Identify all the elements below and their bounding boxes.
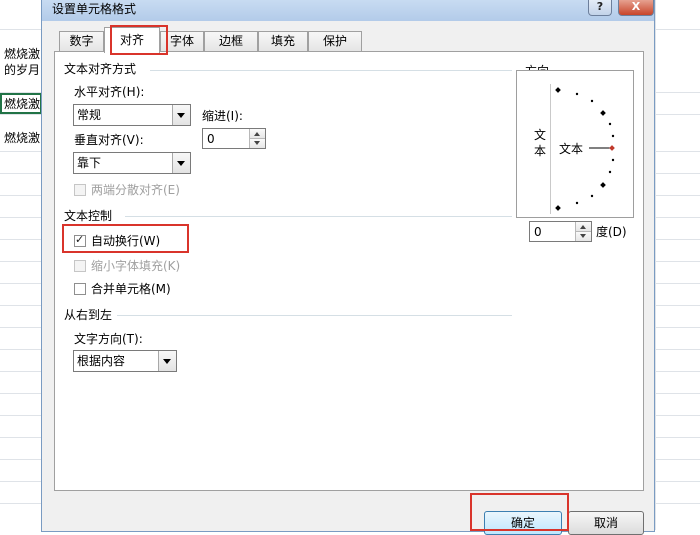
indent-stepper[interactable]: 0 [202,128,266,149]
indent-label: 缩进(I): [202,109,243,123]
justify-distributed-label: 两端分散对齐(E) [91,183,180,197]
dialog-title: 设置单元格格式 [52,2,137,16]
spin-up-icon[interactable] [575,222,591,232]
tab-border[interactable]: 边框 [204,31,258,52]
vertical-alignment-select[interactable]: 靠下 [73,152,191,174]
chevron-down-icon[interactable] [172,105,190,125]
text-control-section-title: 文本控制 [64,209,113,223]
section-divider [117,315,512,316]
orientation-box: 文 本 文本 [516,70,634,218]
tab-fill[interactable]: 填充 [258,31,308,52]
cell-text[interactable]: 的岁月 [4,63,40,77]
shrink-to-fit-label: 缩小字体填充(K) [91,259,181,273]
chevron-down-icon[interactable] [172,153,190,173]
justify-distributed-checkbox[interactable] [74,184,86,196]
degrees-stepper[interactable]: 0 [529,221,592,242]
degrees-label: 度(D) [596,225,627,239]
vertical-alignment-label: 垂直对齐(V): [74,133,144,147]
section-divider [150,70,512,71]
section-divider [125,216,512,217]
cell-text[interactable]: 燃烧激 [4,131,40,145]
text-direction-label: 文字方向(T): [74,332,143,346]
cancel-button[interactable]: 取消 [568,511,644,535]
orientation-text-label: 文本 [559,142,584,156]
spin-down-icon[interactable] [575,232,591,241]
ok-highlight-box [470,493,569,531]
tab-highlight-box [110,25,168,55]
text-direction-select[interactable]: 根据内容 [73,350,177,372]
close-button[interactable]: X [618,0,654,16]
text-alignment-section-title: 文本对齐方式 [64,62,137,76]
vertical-text-button[interactable]: 文 本 [529,84,551,214]
spin-up-icon[interactable] [249,129,265,139]
tab-number[interactable]: 数字 [59,31,104,52]
alignment-panel: 文本对齐方式 水平对齐(H): 常规 缩进(I): 0 垂直对齐(V): 靠下 … [54,51,644,491]
horizontal-alignment-select[interactable]: 常规 [73,104,191,126]
shrink-to-fit-checkbox[interactable] [74,260,86,272]
chevron-down-icon[interactable] [158,351,176,371]
merge-cells-checkbox[interactable] [74,283,86,295]
rtl-section-title: 从右到左 [64,308,113,322]
format-cells-dialog: 设置单元格格式 ? X 数字 对齐 字体 边框 填充 保护 文本对齐方式 水平对… [41,0,655,535]
merge-cells-label: 合并单元格(M) [91,282,171,296]
dialog-title-bar[interactable]: 设置单元格格式 ? X [42,0,654,21]
spin-down-icon[interactable] [249,139,265,148]
cell-text[interactable]: 燃烧激 [4,97,40,111]
horizontal-alignment-label: 水平对齐(H): [74,85,145,99]
help-button[interactable]: ? [588,0,612,16]
cell-text[interactable]: 燃烧激 [4,47,40,61]
wrap-text-highlight-box [62,224,189,253]
tab-protection[interactable]: 保护 [308,31,362,52]
